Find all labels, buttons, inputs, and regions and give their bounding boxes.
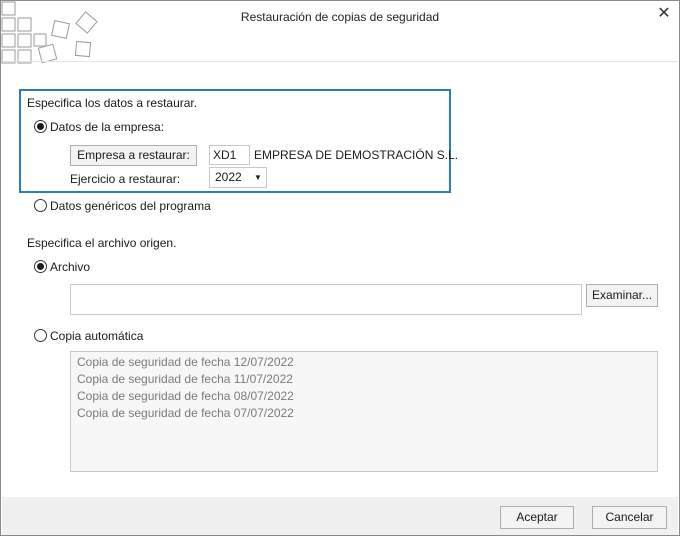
chevron-down-icon[interactable]: ▼	[250, 168, 266, 187]
close-icon[interactable]: ✕	[652, 3, 676, 25]
year-label: Ejercicio a restaurar:	[70, 172, 181, 186]
company-data-radio[interactable]	[34, 120, 47, 133]
file-radio[interactable]	[34, 260, 47, 273]
file-label[interactable]: Archivo	[50, 260, 90, 274]
company-code-field[interactable]: XD1	[209, 145, 250, 165]
restore-dialog: Restauración de copias de seguridad ✕ Es…	[0, 0, 680, 536]
company-name-label: EMPRESA DE DEMOSTRACIÓN S.L.	[254, 148, 459, 162]
list-item: Copia de seguridad de fecha 07/07/2022	[77, 406, 294, 420]
backup-list[interactable]: Copia de seguridad de fecha 12/07/2022 C…	[70, 351, 658, 472]
generic-data-radio[interactable]	[34, 199, 47, 212]
list-item: Copia de seguridad de fecha 12/07/2022	[77, 355, 294, 369]
dialog-title: Restauración de copias de seguridad	[240, 10, 440, 24]
accept-button[interactable]: Aceptar	[500, 506, 574, 529]
company-restore-button[interactable]: Empresa a restaurar:	[70, 145, 197, 166]
browse-button[interactable]: Examinar...	[586, 284, 658, 307]
list-item: Copia de seguridad de fecha 08/07/2022	[77, 389, 294, 403]
year-select-value: 2022	[215, 170, 242, 184]
auto-backup-label[interactable]: Copia automática	[50, 329, 143, 343]
auto-backup-radio[interactable]	[34, 329, 47, 342]
generic-data-label[interactable]: Datos genéricos del programa	[50, 199, 211, 213]
list-item: Copia de seguridad de fecha 11/07/2022	[77, 372, 293, 386]
source-section-heading: Especifica el archivo origen.	[27, 236, 177, 250]
year-select[interactable]: 2022 ▼	[209, 167, 267, 188]
company-data-label[interactable]: Datos de la empresa:	[50, 120, 164, 134]
title-divider	[2, 61, 678, 62]
dialog-footer	[2, 497, 678, 535]
cancel-button[interactable]: Cancelar	[592, 506, 667, 529]
restore-section-heading: Especifica los datos a restaurar.	[27, 96, 198, 110]
file-path-input[interactable]	[70, 284, 582, 315]
